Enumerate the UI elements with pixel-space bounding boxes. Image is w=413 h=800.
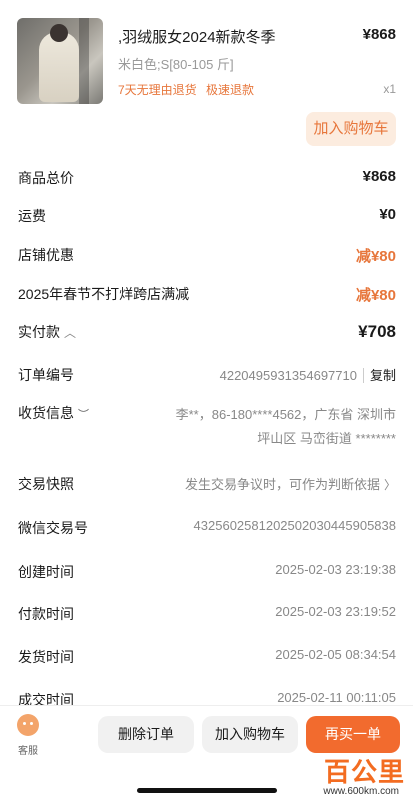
thumbnail-coat-figure <box>39 32 79 102</box>
snapshot-label: 交易快照 <box>18 476 74 492</box>
paid-label[interactable]: 实付款 ︿ <box>18 322 76 342</box>
store-discount-value: 减¥80 <box>355 248 396 265</box>
created-time-value: 2025-02-03 23:19:38 <box>275 562 396 577</box>
store-discount-label: 店铺优惠 <box>18 247 74 263</box>
customer-service-button[interactable]: 客服 <box>14 714 42 757</box>
add-to-cart-button[interactable]: 加入购物车 <box>202 716 298 753</box>
address-line-2: 坪山区 马峦街道 ******** <box>257 431 396 446</box>
tag-fast-refund: 极速退款 <box>206 83 255 97</box>
snapshot-value: 发生交易争议时，可作为判断依据 <box>184 477 380 492</box>
address-label-group: 收货信息 ︶ <box>18 403 89 423</box>
product-quantity: x1 <box>383 82 396 96</box>
order-number-value: 4220495931354697710 <box>219 368 357 383</box>
home-indicator[interactable] <box>137 788 277 793</box>
paid-time-value: 2025-02-03 23:19:52 <box>275 604 396 619</box>
product-spec: 米白色;S[80-105 斤] <box>118 57 234 72</box>
product-price: ¥868 <box>362 26 396 43</box>
product-title[interactable]: ,羽绒服女2024新款冬季 <box>118 26 348 47</box>
delete-order-button[interactable]: 删除订单 <box>98 716 194 753</box>
order-number-label: 订单编号 <box>18 367 74 383</box>
shipping-value: ¥0 <box>379 206 396 223</box>
shipped-time-value: 2025-02-05 08:34:54 <box>275 647 396 662</box>
address-value: 李**，86-180****4562，广东省 深圳市 坪山区 马峦街道 ****… <box>126 403 396 451</box>
address-line-1: 李**，86-180****4562，广东省 深圳市 <box>175 407 396 422</box>
customer-service-label: 客服 <box>18 746 38 757</box>
paid-value: ¥708 <box>358 322 396 341</box>
add-to-cart-button-small[interactable]: 加入购物车 <box>306 112 396 146</box>
subtotal-label: 商品总价 <box>18 170 74 186</box>
paid-label-text: 实付款 <box>18 324 60 340</box>
thumbnail-model-head <box>50 24 68 42</box>
eye-closed-icon[interactable]: ︶ <box>78 406 89 422</box>
order-number-value-group: 4220495931354697710 复制 <box>220 365 396 384</box>
festival-discount-value: 减¥80 <box>355 287 396 304</box>
shipping-label: 运费 <box>18 208 46 224</box>
chevron-up-icon[interactable]: ︿ <box>64 324 76 341</box>
product-thumbnail[interactable] <box>17 18 103 104</box>
watermark-text: 百公里 <box>323 758 405 788</box>
paid-time-label: 付款时间 <box>18 606 74 622</box>
wechat-trade-label: 微信交易号 <box>18 520 88 536</box>
wechat-trade-value: 4325602581202502030445905838 <box>193 518 396 533</box>
address-label: 收货信息 <box>18 405 74 421</box>
festival-discount-label: 2025年春节不打烊跨店满减 <box>18 286 190 302</box>
customer-service-icon <box>17 714 39 736</box>
buy-again-button[interactable]: 再买一单 <box>306 716 400 753</box>
subtotal-value: ¥868 <box>362 168 396 185</box>
copy-button[interactable]: 复制 <box>362 368 396 383</box>
shipped-time-label: 发货时间 <box>18 649 74 665</box>
completed-time-value: 2025-02-11 00:11:05 <box>277 690 396 705</box>
created-time-label: 创建时间 <box>18 564 74 580</box>
thumbnail-background-rail <box>79 18 89 104</box>
tag-return-policy: 7天无理由退货 <box>118 83 197 97</box>
watermark-url: www.600km.com <box>323 786 399 797</box>
snapshot-value-group[interactable]: 发生交易争议时，可作为判断依据〉 <box>185 474 396 493</box>
watermark-logo: 百公里 www.600km.com <box>265 752 405 797</box>
chevron-right-icon: 〉 <box>383 478 396 492</box>
address-row: 收货信息 ︶ 李**，86-180****4562，广东省 深圳市 坪山区 马峦街… <box>18 403 396 453</box>
product-card[interactable]: ,羽绒服女2024新款冬季 ¥868 米白色;S[80-105 斤] 7天无理由… <box>0 0 413 150</box>
service-tags: 7天无理由退货 极速退款 <box>118 81 254 98</box>
